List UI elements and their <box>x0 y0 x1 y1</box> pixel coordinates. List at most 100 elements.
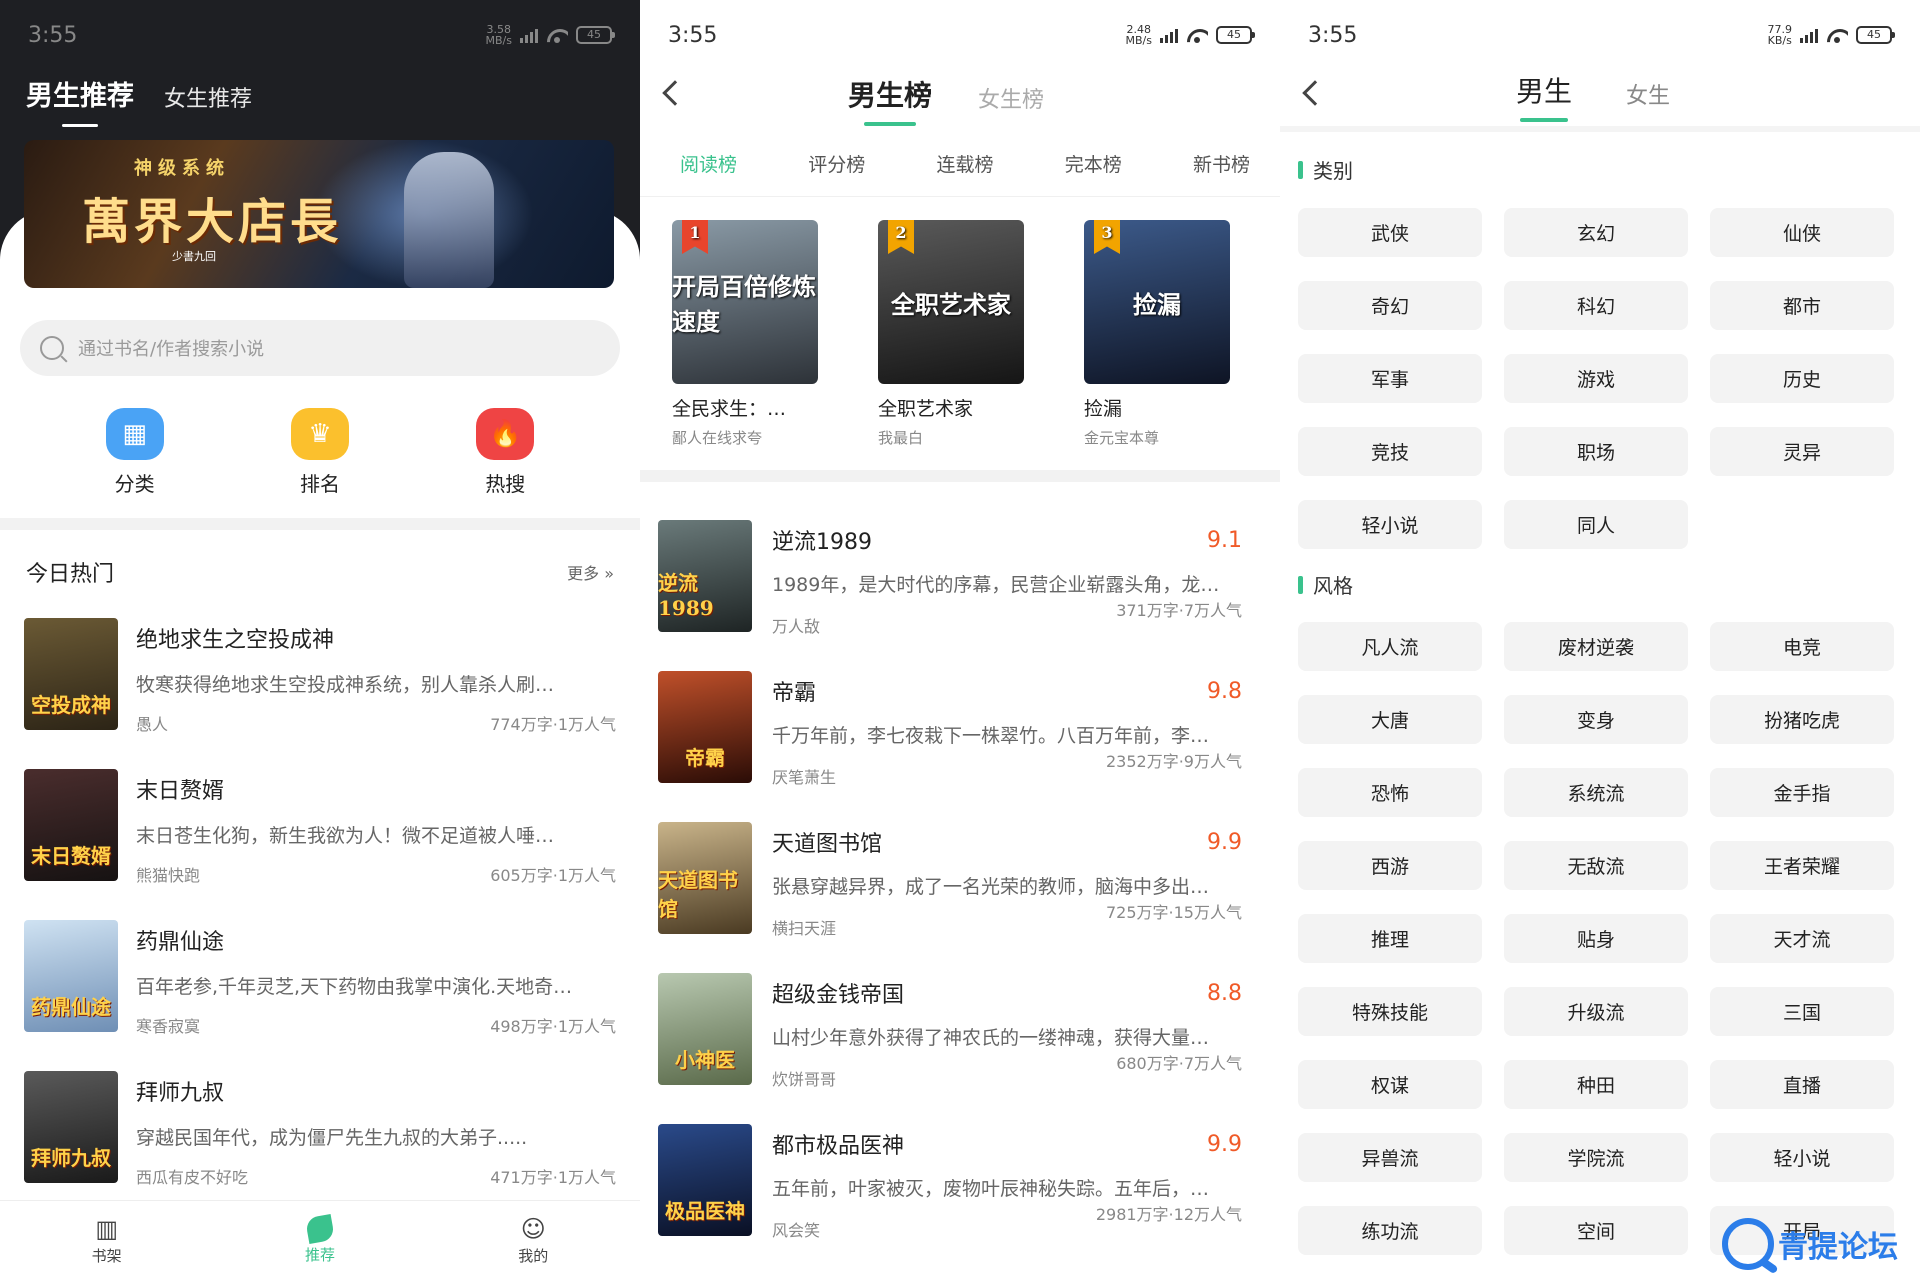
status-bar: 3:55 3.58 MB/s 45 <box>0 0 640 70</box>
top-book-card[interactable]: 2 全职艺术家 全职艺术家 我最白 <box>878 220 1054 448</box>
genre-chip[interactable]: 电竞 <box>1710 622 1894 671</box>
genre-chip[interactable]: 军事 <box>1298 354 1482 403</box>
genre-chip[interactable]: 奇幻 <box>1298 281 1482 330</box>
list-item[interactable]: 末日赘婿 末日赘婿 末日苍生化狗，新生我欲为人！微不足道被人唾… 熊猫快跑 60… <box>24 769 616 920</box>
genre-chip[interactable]: 三国 <box>1710 987 1894 1036</box>
genre-chip[interactable]: 恐怖 <box>1298 768 1482 817</box>
status-time: 3:55 <box>28 22 78 48</box>
genre-chip[interactable]: 大唐 <box>1298 695 1482 744</box>
search-input[interactable]: 通过书名/作者搜索小说 <box>20 320 620 376</box>
genre-chip[interactable]: 王者荣耀 <box>1710 841 1894 890</box>
genre-chip[interactable]: 异兽流 <box>1298 1133 1482 1182</box>
genre-chip[interactable]: 竞技 <box>1298 427 1482 476</box>
genre-chip[interactable]: 扮猪吃虎 <box>1710 695 1894 744</box>
genre-chip[interactable]: 变身 <box>1504 695 1688 744</box>
genre-chip[interactable]: 推理 <box>1298 914 1482 963</box>
cover-text: 捡漏 <box>1133 289 1181 319</box>
genre-chip[interactable]: 轻小说 <box>1298 500 1482 549</box>
top-book-card[interactable]: 3 捡漏 捡漏 金元宝本尊 <box>1084 220 1260 448</box>
style-chip-grid: 凡人流 废材逆袭 电竞大唐 变身 扮猪吃虎恐怖 系统流 金手指西游 无敌流 王者荣耀推理 贴身 天才… <box>1298 622 1902 1255</box>
book-stats: 774万字·1万人气 <box>490 715 616 734</box>
genre-chip[interactable]: 科幻 <box>1504 281 1688 330</box>
genre-chip[interactable]: 仙侠 <box>1710 208 1894 257</box>
genre-chip[interactable]: 升级流 <box>1504 987 1688 1036</box>
book-stats: 2352万字·9万人气 <box>1106 752 1242 771</box>
book-stats: 2981万字·12万人气 <box>1095 1205 1242 1224</box>
tab-female-recommend[interactable]: 女生推荐 <box>164 81 252 113</box>
genre-chip[interactable]: 武侠 <box>1298 208 1482 257</box>
list-item[interactable]: 极品医神 都市极品医神 9.9 五年前，叶家被灭，废物叶辰神秘失踪。五年后，… … <box>658 1124 1262 1275</box>
nav-recommend[interactable]: 推荐 <box>270 1213 370 1265</box>
shortcut-label: 热搜 <box>485 472 526 496</box>
tab-serial-rank[interactable]: 连载榜 <box>936 150 993 177</box>
tab-male-recommend[interactable]: 男生推荐 <box>26 74 134 127</box>
genre-chip[interactable]: 系统流 <box>1504 768 1688 817</box>
shortcut-category[interactable]: ▦ 分类 <box>80 408 190 497</box>
status-icons: 3.58 MB/s 45 <box>485 23 615 47</box>
book-title: 全职艺术家 <box>878 398 974 420</box>
genre-chip[interactable]: 天才流 <box>1710 914 1894 963</box>
book-author: 西瓜有皮不好吃 <box>136 1168 249 1187</box>
tab-male-ranking[interactable]: 男生榜 <box>848 74 932 126</box>
genre-chip[interactable]: 空间 <box>1504 1206 1688 1255</box>
book-author: 金元宝本尊 <box>1084 429 1160 447</box>
book-desc: 千万年前，李七夜栽下一株翠竹。八百万年前，李… <box>772 725 1210 747</box>
signal-icon <box>520 27 538 43</box>
list-item[interactable]: 逆流1989 逆流1989 9.1 1989年，是大时代的序幕，民营企业崭露头角… <box>658 520 1262 671</box>
genre-chip[interactable]: 权谋 <box>1298 1060 1482 1109</box>
list-item[interactable]: 天道图书馆 天道图书馆 9.9 张悬穿越异界，成了一名光荣的教师，脑海中多出… … <box>658 822 1262 973</box>
list-item[interactable]: 小神医 超级金钱帝国 8.8 山村少年意外获得了神农氏的一缕神魂，获得大量… 炊… <box>658 973 1262 1124</box>
nav-profile[interactable]: ☺ 我的 <box>483 1215 583 1266</box>
genre-chip[interactable]: 玄幻 <box>1504 208 1688 257</box>
genre-chip[interactable]: 练功流 <box>1298 1206 1482 1255</box>
genre-chip[interactable]: 无敌流 <box>1504 841 1688 890</box>
genre-chip[interactable]: 都市 <box>1710 281 1894 330</box>
list-item[interactable]: 帝霸 帝霸 9.8 千万年前，李七夜栽下一株翠竹。八百万年前，李… 厌笔萧生 2… <box>658 671 1262 822</box>
book-author: 寒香寂寞 <box>136 1017 201 1036</box>
tab-male[interactable]: 男生 <box>1516 70 1572 122</box>
genre-chip[interactable]: 游戏 <box>1504 354 1688 403</box>
book-info: 末日赘婿 末日苍生化狗，新生我欲为人！微不足道被人唾… 熊猫快跑 605万字·1… <box>136 769 616 920</box>
genre-chip[interactable]: 学院流 <box>1504 1133 1688 1182</box>
genre-chip[interactable]: 废材逆袭 <box>1504 622 1688 671</box>
group-marker <box>1298 160 1303 179</box>
shortcut-hot-search[interactable]: 🔥 热搜 <box>450 408 560 497</box>
genre-chip[interactable]: 凡人流 <box>1298 622 1482 671</box>
tab-score-rank[interactable]: 评分榜 <box>808 150 865 177</box>
back-icon[interactable] <box>1302 80 1328 106</box>
back-icon[interactable] <box>662 80 688 106</box>
genre-chip[interactable]: 金手指 <box>1710 768 1894 817</box>
battery-icon: 45 <box>1856 26 1895 44</box>
more-link[interactable]: 更多 » <box>567 560 614 584</box>
genre-chip[interactable]: 职场 <box>1504 427 1688 476</box>
genre-chip[interactable]: 轻小说 <box>1710 1133 1894 1182</box>
list-item[interactable]: 空投成神 绝地求生之空投成神 牧寒获得绝地求生空投成神系统，别人靠杀人刷… 愚人… <box>24 618 616 769</box>
tab-female[interactable]: 女生 <box>1626 78 1670 110</box>
rank-badge: 3 <box>1094 220 1120 254</box>
tab-female-ranking[interactable]: 女生榜 <box>978 82 1044 114</box>
genre-chip[interactable]: 贴身 <box>1504 914 1688 963</box>
top-book-card[interactable]: 1 开局百倍修炼速度 全民求生：… 鄙人在线求夸 <box>672 220 848 448</box>
promo-banner[interactable]: 神级系统 萬界大店長 少書九回 <box>24 140 614 288</box>
list-item[interactable]: 药鼎仙途 药鼎仙途 百年老参,千年灵芝,天下药物由我掌中演化.天地奇… 寒香寂寞… <box>24 920 616 1071</box>
book-meta: 寒香寂寞 498万字·1万人气 <box>136 1013 616 1037</box>
genre-chip[interactable]: 种田 <box>1504 1060 1688 1109</box>
genre-chip[interactable]: 西游 <box>1298 841 1482 890</box>
search-placeholder: 通过书名/作者搜索小说 <box>78 339 265 360</box>
nav-bookshelf[interactable]: ▥ 书架 <box>57 1215 157 1266</box>
status-time: 3:55 <box>668 22 718 48</box>
shortcut-label: 分类 <box>114 472 155 496</box>
network-speed: 3.58 MB/s <box>485 23 512 47</box>
tab-finished-rank[interactable]: 完本榜 <box>1065 150 1122 177</box>
tab-reading-rank[interactable]: 阅读榜 <box>680 150 737 177</box>
book-cover: 药鼎仙途 <box>24 920 118 1032</box>
banner-figure <box>404 152 494 288</box>
shortcut-ranking[interactable]: ♛ 排名 <box>265 408 375 497</box>
genre-chip[interactable]: 灵异 <box>1710 427 1894 476</box>
genre-chip[interactable]: 特殊技能 <box>1298 987 1482 1036</box>
genre-chip[interactable]: 直播 <box>1710 1060 1894 1109</box>
genre-chip[interactable]: 同人 <box>1504 500 1688 549</box>
genre-chip[interactable]: 历史 <box>1710 354 1894 403</box>
tab-new-rank[interactable]: 新书榜 <box>1193 150 1250 177</box>
shortcut-label: 排名 <box>299 472 340 496</box>
